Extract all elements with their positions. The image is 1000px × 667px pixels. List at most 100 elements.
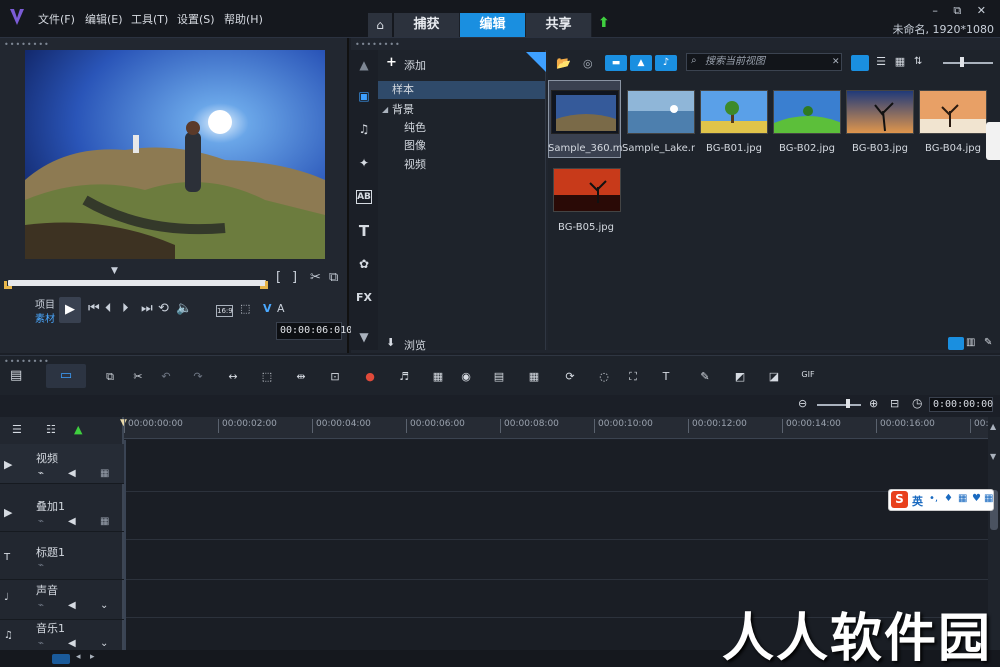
play-button[interactable]: ▶	[59, 297, 81, 323]
thumb-bg-b03[interactable]	[846, 90, 914, 134]
panel-layout-icon[interactable]: ▥	[966, 337, 975, 348]
zoom-slider[interactable]	[817, 404, 861, 406]
next-frame-icon[interactable]: ⏵	[122, 301, 129, 316]
fit-project-icon[interactable]: ↔	[225, 370, 241, 384]
grid-view-icon[interactable]: ▦	[891, 55, 909, 71]
menu-file[interactable]: 文件(F)	[38, 11, 75, 27]
loop-icon[interactable]: ◌	[596, 370, 612, 384]
track-voice[interactable]: ♩ 声音 ⌁ ◀ ⌄	[0, 580, 124, 620]
show-track-icon[interactable]: ▦	[100, 516, 109, 527]
volume-icon[interactable]: 🔈	[176, 301, 192, 316]
scrubber-handle[interactable]: ▼	[111, 266, 118, 276]
link-icon[interactable]: ⌁	[38, 468, 44, 479]
3d-title-icon[interactable]: T	[658, 370, 674, 384]
title-library-icon[interactable]: AB	[356, 190, 372, 204]
search-input[interactable]: 搜索当前视图	[686, 53, 842, 71]
link-icon[interactable]: ⌁	[38, 516, 44, 527]
keyboard-icon[interactable]: ▦	[958, 493, 967, 504]
timeline-view-icon[interactable]: ▭	[46, 364, 86, 388]
storyboard-view-icon[interactable]: ▤	[10, 368, 22, 383]
fullscreen-icon[interactable]: ⛶	[625, 370, 641, 384]
mute-icon[interactable]: ◀	[68, 468, 76, 479]
thumb-bg-b05[interactable]	[553, 168, 621, 212]
browse-button[interactable]: 浏览	[404, 337, 426, 353]
record-icon[interactable]: ◎	[583, 57, 593, 70]
thumb-bg-b04[interactable]	[919, 90, 987, 134]
repeat-icon[interactable]: ⟲	[158, 301, 169, 316]
crop-icon[interactable]: ⬚	[240, 302, 250, 315]
prev-frame-icon[interactable]: ⏴	[105, 301, 112, 316]
show-audio-icon[interactable]: ♪	[655, 55, 677, 71]
mic-icon[interactable]: ♦	[944, 493, 953, 504]
tree-item-solid-color[interactable]: 纯色	[378, 119, 426, 137]
zoom-out-icon[interactable]: ⊖	[798, 397, 807, 410]
track-video[interactable]: ▶ 视频 ⌁ ◀ ▦	[0, 444, 124, 484]
panel-grip[interactable]: ••••••••	[4, 357, 50, 366]
tab-edit[interactable]: 编辑	[460, 13, 526, 37]
tree-item-image[interactable]: 图像	[378, 137, 426, 155]
scroll-right-icon[interactable]: ▸	[90, 652, 95, 662]
mute-icon[interactable]: ◀	[68, 600, 76, 611]
scroll-down-icon[interactable]: ▼	[990, 452, 996, 461]
skin-icon[interactable]: ♥	[972, 493, 981, 504]
options-icon[interactable]: ✎	[984, 337, 992, 348]
select-tool-icon[interactable]: ⧉	[102, 370, 118, 384]
list-view-icon[interactable]: ☰	[872, 55, 890, 71]
link-icon[interactable]: ⌁	[38, 600, 44, 611]
transition-icon[interactable]: ✦	[356, 156, 372, 172]
go-start-icon[interactable]: ⏮	[88, 301, 100, 316]
track-overlay[interactable]: ▶ 叠加1 ⌁ ◀ ▦	[0, 492, 124, 532]
audio-mixer-icon[interactable]: ♬	[396, 370, 412, 384]
show-track-icon[interactable]: ▦	[100, 468, 109, 479]
mode-clip-label[interactable]: 素材	[35, 310, 55, 325]
toolbar-settings-icon[interactable]: ✂	[130, 370, 146, 384]
link-icon[interactable]: ⌁	[38, 638, 44, 649]
thumb-bg-b02[interactable]	[773, 90, 841, 134]
mode-project-label[interactable]: 项目	[35, 296, 55, 311]
redo-icon[interactable]: ↷	[190, 370, 206, 384]
import-folder-icon[interactable]: 📂	[556, 56, 571, 70]
library-view-icon[interactable]	[948, 337, 964, 350]
undo-icon[interactable]: ↶	[158, 370, 174, 384]
show-photos-icon[interactable]: ▲	[630, 55, 652, 71]
menu-settings[interactable]: 设置(S)	[177, 11, 215, 27]
fit-timeline-icon[interactable]: ⊟	[890, 397, 899, 410]
tab-capture[interactable]: 捕获	[394, 13, 460, 37]
motion-track-icon[interactable]: ◉	[458, 370, 474, 384]
panel-grip[interactable]: ••••••••	[4, 40, 50, 49]
tree-item-backgrounds[interactable]: 背景	[378, 101, 414, 119]
side-widget-icon[interactable]	[986, 122, 1000, 160]
graph-icon[interactable]: ◩	[732, 370, 748, 384]
instant-project-icon[interactable]: ♫	[356, 122, 372, 138]
preview-window[interactable]	[25, 50, 325, 259]
thumb-size-slider[interactable]	[943, 62, 993, 64]
scroll-up-icon[interactable]: ▲	[356, 58, 372, 74]
mute-icon[interactable]: ◀	[68, 516, 76, 527]
trim-start-marker[interactable]	[4, 281, 12, 289]
mark-in-icon[interactable]: [	[276, 270, 281, 285]
record-voice-icon[interactable]: ●	[362, 370, 378, 384]
menu-tools[interactable]: 工具(T)	[131, 11, 168, 27]
gif-icon[interactable]: GIF	[800, 370, 816, 384]
resize-icon[interactable]: ⇹	[293, 370, 309, 384]
filter-icon[interactable]: FX	[356, 291, 372, 307]
add-track-icon[interactable]: ☷	[46, 423, 56, 436]
sort-icon[interactable]: ⇅	[914, 56, 922, 67]
browse-icon[interactable]: ⬇	[386, 336, 395, 349]
scroll-down-icon[interactable]: ▼	[356, 330, 372, 346]
ripple-edit-icon[interactable]: ▲	[74, 423, 82, 436]
track-manager-icon[interactable]: ☰	[12, 423, 22, 436]
thumb-bg-b01[interactable]	[700, 90, 768, 134]
scroll-left-icon[interactable]: ◂	[76, 652, 81, 662]
subtitle-editor-icon[interactable]: ▤	[491, 370, 507, 384]
upload-icon[interactable]: ⬆	[598, 15, 610, 31]
go-end-icon[interactable]: ⏭	[141, 301, 153, 316]
player-timecode[interactable]: 00:00:06:010	[276, 322, 352, 340]
audio-toggle[interactable]: A	[277, 302, 285, 315]
multicam-icon[interactable]: ▦	[526, 370, 542, 384]
timeline-timecode[interactable]: 0:00:00:00	[929, 397, 993, 412]
text-icon[interactable]: T	[356, 222, 372, 240]
painting-icon[interactable]: ✎	[697, 370, 713, 384]
link-icon[interactable]: ⌁	[38, 560, 44, 571]
tree-item-samples[interactable]: 样本	[378, 81, 545, 99]
